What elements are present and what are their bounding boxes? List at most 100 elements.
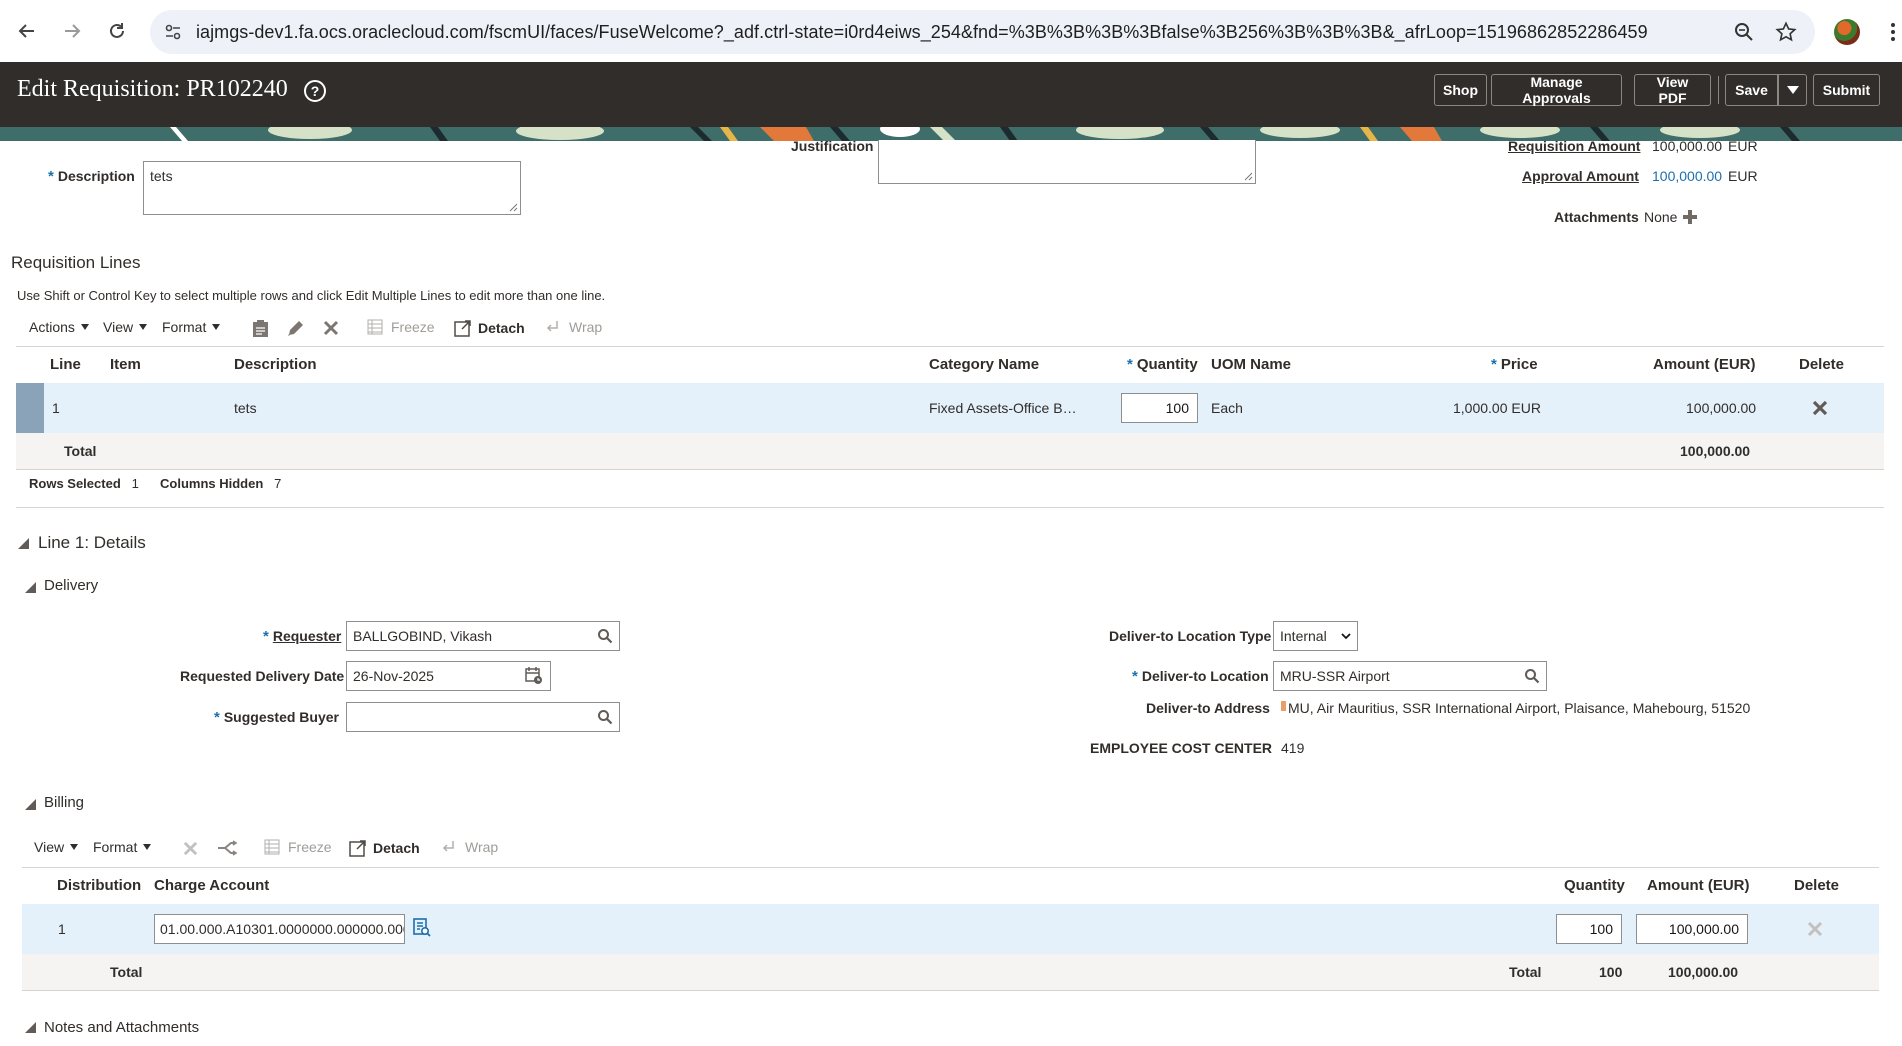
arrow-left-icon bbox=[18, 24, 34, 38]
required-indicator: * bbox=[214, 709, 220, 726]
col-billing-delete[interactable]: Delete bbox=[1794, 877, 1839, 894]
attachments-value: None bbox=[1644, 209, 1678, 225]
suggested-buyer-input[interactable] bbox=[346, 702, 620, 732]
col-charge-account[interactable]: Charge Account bbox=[154, 877, 269, 894]
manage-approvals-button[interactable]: Manage Approvals bbox=[1491, 74, 1622, 106]
shop-button[interactable]: Shop bbox=[1434, 74, 1487, 106]
section-divider bbox=[16, 507, 1884, 508]
billing-wrap-button[interactable]: Wrap bbox=[441, 839, 498, 855]
table-bottom-border bbox=[16, 469, 1884, 470]
resize-handle-icon[interactable] bbox=[1243, 171, 1253, 181]
justification-textarea[interactable] bbox=[878, 140, 1256, 184]
col-billing-quantity[interactable]: Quantity bbox=[1564, 877, 1625, 894]
row-price: 1,000.00 EUR bbox=[1453, 400, 1541, 416]
account-lookup-icon[interactable] bbox=[413, 918, 431, 938]
col-delete[interactable]: Delete bbox=[1799, 356, 1844, 373]
col-price[interactable]: * Price bbox=[1491, 356, 1538, 373]
edit-pencil-icon[interactable] bbox=[286, 318, 306, 338]
line-details-title[interactable]: Line 1: Details bbox=[38, 533, 146, 553]
zoom-icon[interactable] bbox=[1734, 22, 1754, 42]
collapse-triangle-icon[interactable] bbox=[18, 538, 29, 549]
col-category[interactable]: Category Name bbox=[929, 356, 1039, 373]
back-button[interactable] bbox=[11, 15, 43, 47]
bookmark-star-icon[interactable] bbox=[1775, 21, 1797, 43]
deliver-to-location-input[interactable]: MRU-SSR Airport bbox=[1273, 661, 1547, 691]
col-amount[interactable]: Amount (EUR) bbox=[1653, 356, 1755, 373]
description-textarea[interactable]: tets bbox=[143, 161, 521, 215]
search-icon[interactable] bbox=[1524, 668, 1540, 684]
actions-menu[interactable]: Actions bbox=[29, 319, 89, 335]
wrap-button[interactable]: Wrap bbox=[545, 319, 602, 335]
charge-account-input[interactable]: 01.00.000.A10301.0000000.000000.000 bbox=[154, 914, 405, 944]
billing-delete-icon[interactable] bbox=[182, 840, 199, 857]
url-text[interactable]: iajmgs-dev1.fa.ocs.oraclecloud.com/fscmU… bbox=[196, 22, 1648, 43]
billing-view-menu[interactable]: View bbox=[34, 839, 79, 855]
notes-attachments-title[interactable]: Notes and Attachments bbox=[44, 1019, 199, 1036]
billing-amount-input[interactable]: 100,000.00 bbox=[1636, 914, 1748, 944]
total-row bbox=[16, 433, 1884, 469]
collapse-triangle-icon[interactable] bbox=[25, 582, 36, 593]
col-uom[interactable]: UOM Name bbox=[1211, 356, 1291, 373]
calendar-icon[interactable] bbox=[524, 666, 544, 686]
deliver-to-location-type-select[interactable]: Internal bbox=[1273, 621, 1358, 651]
collapse-triangle-icon[interactable] bbox=[25, 1022, 36, 1033]
profile-avatar[interactable] bbox=[1834, 19, 1860, 45]
requested-delivery-date-input[interactable]: 26-Nov-2025 bbox=[346, 661, 551, 691]
requested-delivery-date-value: 26-Nov-2025 bbox=[353, 668, 434, 684]
billing-delete-row-icon[interactable] bbox=[1806, 920, 1824, 938]
col-billing-amount[interactable]: Amount (EUR) bbox=[1647, 877, 1749, 894]
view-pdf-button[interactable]: View PDF bbox=[1634, 74, 1711, 106]
resize-handle-icon[interactable] bbox=[508, 202, 518, 212]
billing-section-title[interactable]: Billing bbox=[44, 794, 84, 811]
employee-cost-center-value: 419 bbox=[1281, 740, 1305, 756]
header-divider bbox=[1718, 76, 1719, 104]
approval-amount-link[interactable]: 100,000.00 bbox=[1652, 168, 1722, 184]
submit-button[interactable]: Submit bbox=[1813, 74, 1880, 106]
page-title: Edit Requisition: PR102240 bbox=[17, 76, 288, 102]
search-icon[interactable] bbox=[597, 709, 613, 725]
add-attachment-icon[interactable] bbox=[1681, 208, 1699, 226]
detach-button[interactable]: Detach bbox=[454, 319, 525, 337]
row-distribution: 1 bbox=[58, 921, 66, 937]
requester-input[interactable]: BALLGOBIND, Vikash bbox=[346, 621, 620, 651]
delivery-section-title[interactable]: Delivery bbox=[44, 577, 98, 594]
freeze-button[interactable]: Freeze bbox=[367, 319, 435, 335]
format-menu[interactable]: Format bbox=[162, 319, 221, 335]
col-description[interactable]: Description bbox=[234, 356, 317, 373]
col-item[interactable]: Item bbox=[110, 356, 141, 373]
multi-select-hint: Use Shift or Control Key to select multi… bbox=[17, 288, 606, 303]
save-menu-button[interactable] bbox=[1778, 74, 1807, 106]
charge-account-value: 01.00.000.A10301.0000000.000000.000 bbox=[160, 921, 405, 937]
search-icon[interactable] bbox=[597, 628, 613, 644]
billing-detach-button[interactable]: Detach bbox=[349, 839, 420, 857]
description-label: * Description bbox=[48, 168, 135, 185]
split-distribution-icon[interactable] bbox=[216, 840, 238, 856]
col-quantity[interactable]: * Quantity bbox=[1127, 356, 1198, 373]
forward-button[interactable] bbox=[56, 15, 88, 47]
row-selector[interactable] bbox=[16, 383, 44, 433]
billing-quantity-input[interactable]: 100 bbox=[1556, 914, 1622, 944]
billing-total-label-2: Total bbox=[1509, 964, 1542, 980]
required-indicator: * bbox=[263, 628, 269, 645]
address-flag-icon bbox=[1281, 701, 1286, 711]
site-info-icon[interactable] bbox=[164, 23, 182, 41]
arrow-right-icon bbox=[65, 24, 81, 38]
chevron-down-icon bbox=[80, 324, 89, 330]
delete-row-icon[interactable] bbox=[1811, 399, 1829, 417]
delete-x-icon[interactable] bbox=[322, 319, 340, 337]
col-distribution[interactable]: Distribution bbox=[57, 877, 141, 894]
billing-format-menu[interactable]: Format bbox=[93, 839, 152, 855]
clipboard-icon[interactable] bbox=[252, 319, 269, 338]
col-line[interactable]: Line bbox=[50, 356, 81, 373]
view-menu[interactable]: View bbox=[103, 319, 148, 335]
save-button[interactable]: Save bbox=[1725, 74, 1778, 106]
billing-freeze-button[interactable]: Freeze bbox=[264, 839, 332, 855]
collapse-triangle-icon[interactable] bbox=[25, 799, 36, 810]
wrap-icon bbox=[546, 321, 558, 332]
deliver-to-address-label: Deliver-to Address bbox=[1146, 700, 1270, 716]
quantity-input[interactable]: 100 bbox=[1121, 393, 1198, 423]
reload-button[interactable] bbox=[101, 15, 133, 47]
billing-view-label: View bbox=[34, 839, 65, 855]
browser-menu-icon[interactable] bbox=[1890, 22, 1896, 42]
help-icon[interactable]: ? bbox=[304, 80, 326, 102]
